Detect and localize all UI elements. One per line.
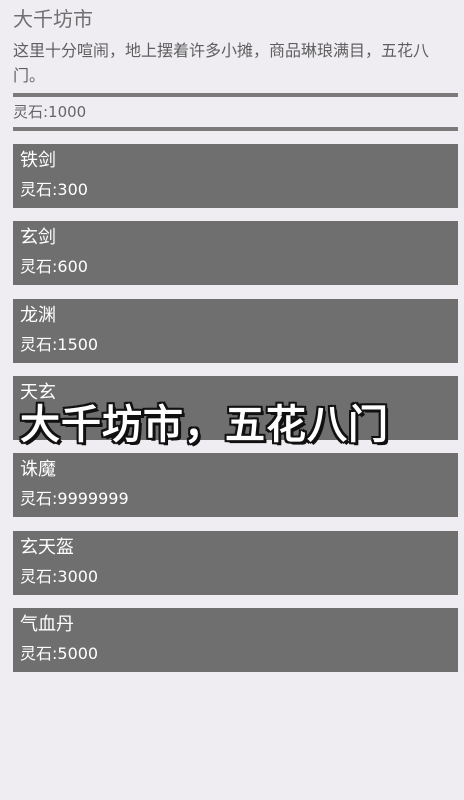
item-name: 铁剑 [20,150,56,171]
shop-item-qixue-pill[interactable]: 气血丹 灵石:5000 [13,608,458,672]
page-description: 这里十分喧闹，地上摆着许多小摊，商品琳琅满目，五花八门。 [13,41,430,85]
item-name: 诛魔 [20,459,56,480]
item-price: 灵石:600 [20,257,88,276]
shop-item-iron-sword[interactable]: 铁剑 灵石:300 [13,144,458,208]
item-name: 玄剑 [20,227,56,248]
shop-item-xuan-sword[interactable]: 玄剑 灵石:600 [13,221,458,285]
page-title: 大千坊市 [13,7,93,31]
spirit-stone-balance: 灵石:1000 [13,103,87,121]
item-price: 灵石:3000 [20,567,99,586]
item-name: 天玄 [20,382,56,403]
item-price: 灵石:1500 [20,335,99,354]
item-name: 玄天盔 [20,537,74,558]
divider-bottom [13,127,458,131]
shop-item-zhumo[interactable]: 诛魔 灵石:9999999 [13,453,458,517]
shop-item-xuantian-helmet[interactable]: 玄天盔 灵石:3000 [13,531,458,595]
item-name: 气血丹 [20,614,74,635]
item-price: 灵石:9999999 [20,489,129,508]
item-price: 灵石:5000 [20,644,99,663]
shop-item-longyuan[interactable]: 龙渊 灵石:1500 [13,299,458,363]
item-price: 灵石:300 [20,180,88,199]
divider-top [13,93,458,97]
shop-item-tianxuan[interactable]: 天玄 [13,376,458,440]
item-name: 龙渊 [20,305,56,326]
